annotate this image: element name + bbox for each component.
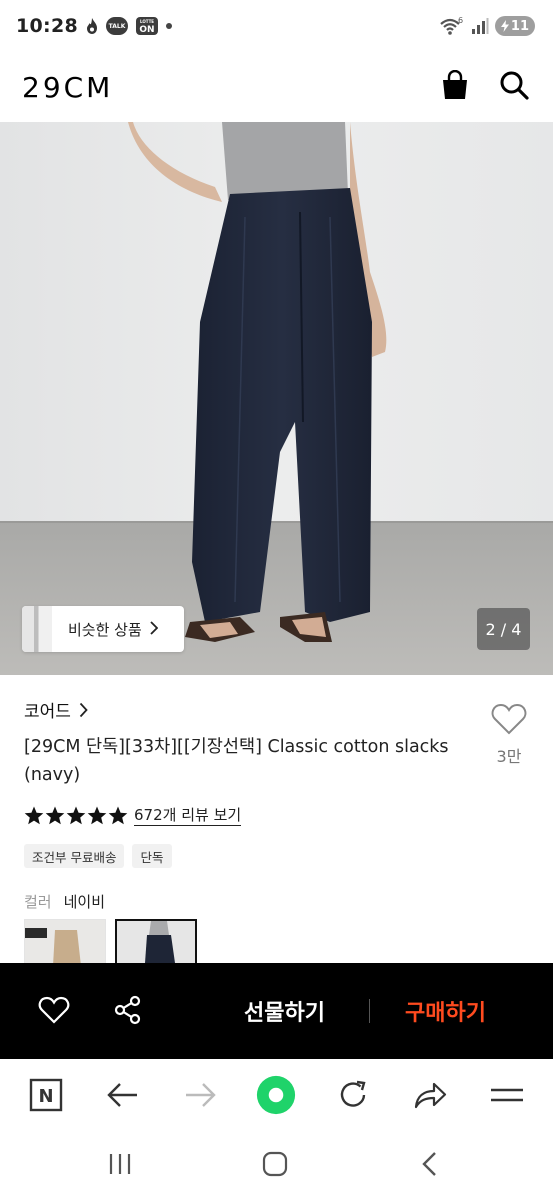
brand-name: 코어드 — [24, 702, 71, 722]
wishlist-count: 3만 — [496, 747, 522, 766]
brand-logo[interactable]: 29CM — [22, 71, 113, 104]
star-icon — [87, 806, 107, 825]
naver-letter: N — [38, 1086, 53, 1107]
battery-level: 11 — [510, 18, 529, 34]
wishlist-button[interactable]: 3만 — [491, 703, 527, 767]
heart-outline-icon — [491, 703, 527, 735]
product-image-gallery[interactable]: 비슷한 상품 2 / 4 — [0, 122, 553, 675]
star-icon — [66, 806, 86, 825]
rating-row: 672개 리뷰 보기 — [24, 805, 242, 826]
gallery-page-indicator: 2 / 4 — [477, 608, 530, 650]
shopping-bag-icon[interactable] — [441, 69, 469, 104]
search-icon[interactable] — [499, 70, 529, 104]
nav-back-icon[interactable] — [410, 1149, 450, 1179]
similar-product-thumbnail — [22, 606, 52, 652]
rating-stars — [24, 806, 128, 825]
share-nodes-icon[interactable] — [113, 995, 143, 1029]
similar-products-label: 비슷한 상품 — [68, 620, 142, 639]
refresh-icon[interactable] — [333, 1075, 373, 1115]
home-green-icon[interactable] — [256, 1075, 296, 1115]
signal-icon — [471, 17, 489, 35]
forward-arrow-icon[interactable] — [180, 1075, 220, 1115]
status-left: 10:28 TALK LOTTE ON — [16, 15, 172, 37]
swatch-navy-image — [117, 921, 195, 963]
android-navigation-bar — [0, 1131, 553, 1200]
star-icon — [45, 806, 65, 825]
color-row: 컬러 네이비 — [24, 891, 105, 912]
star-icon — [108, 806, 128, 825]
naver-icon[interactable]: N — [26, 1075, 66, 1115]
color-swatch-navy[interactable] — [115, 919, 197, 965]
color-label: 컬러 — [24, 893, 52, 911]
review-link[interactable]: 672개 리뷰 보기 — [134, 805, 242, 826]
gift-button[interactable]: 선물하기 — [244, 995, 325, 1027]
star-icon — [24, 806, 44, 825]
app-header: 29CM — [0, 52, 553, 122]
more-notifications-dot-icon — [165, 23, 172, 29]
status-bar: 10:28 TALK LOTTE ON 6 11 — [0, 0, 553, 52]
product-tags: 조건부 무료배송 단독 — [24, 844, 172, 868]
like-heart-icon[interactable] — [38, 995, 70, 1029]
charging-bolt-icon — [500, 20, 509, 32]
action-divider — [369, 999, 370, 1023]
lotte-on-text: ON — [139, 25, 155, 35]
back-arrow-icon[interactable] — [103, 1075, 143, 1115]
battery-indicator: 11 — [494, 16, 535, 36]
similar-products-button[interactable]: 비슷한 상품 — [22, 606, 184, 652]
chevron-right-icon — [150, 620, 159, 639]
color-swatches — [24, 919, 197, 965]
lotte-on-icon: LOTTE ON — [135, 17, 158, 35]
swatch-beige-image — [25, 920, 105, 964]
tag-conditional-free-shipping: 조건부 무료배송 — [24, 844, 125, 868]
tag-exclusive: 단독 — [132, 844, 172, 868]
status-time: 10:28 — [16, 15, 78, 37]
product-photo — [0, 122, 553, 675]
wifi-icon: 6 — [439, 16, 465, 36]
color-value: 네이비 — [63, 893, 106, 911]
wifi-6-label: 6 — [458, 16, 463, 25]
browser-toolbar: N — [0, 1059, 553, 1131]
header-icons — [441, 69, 529, 104]
kakaotalk-icon: TALK — [105, 17, 128, 35]
flame-notification-icon — [86, 17, 98, 35]
menu-icon[interactable] — [487, 1075, 527, 1115]
brand-link[interactable]: 코어드 — [24, 697, 88, 722]
share-icon[interactable] — [410, 1075, 450, 1115]
product-name: [29CM 단독][33차][[기장선택] Classic cotton sla… — [24, 737, 449, 785]
buy-button[interactable]: 구매하기 — [405, 995, 486, 1027]
color-swatch-beige[interactable] — [24, 919, 106, 965]
status-right: 6 11 — [439, 16, 535, 36]
home-button-icon[interactable] — [255, 1149, 295, 1179]
brand-chevron-right-icon — [79, 702, 88, 717]
purchase-action-bar: 선물하기 구매하기 — [0, 963, 553, 1059]
recent-apps-icon[interactable] — [100, 1149, 140, 1179]
